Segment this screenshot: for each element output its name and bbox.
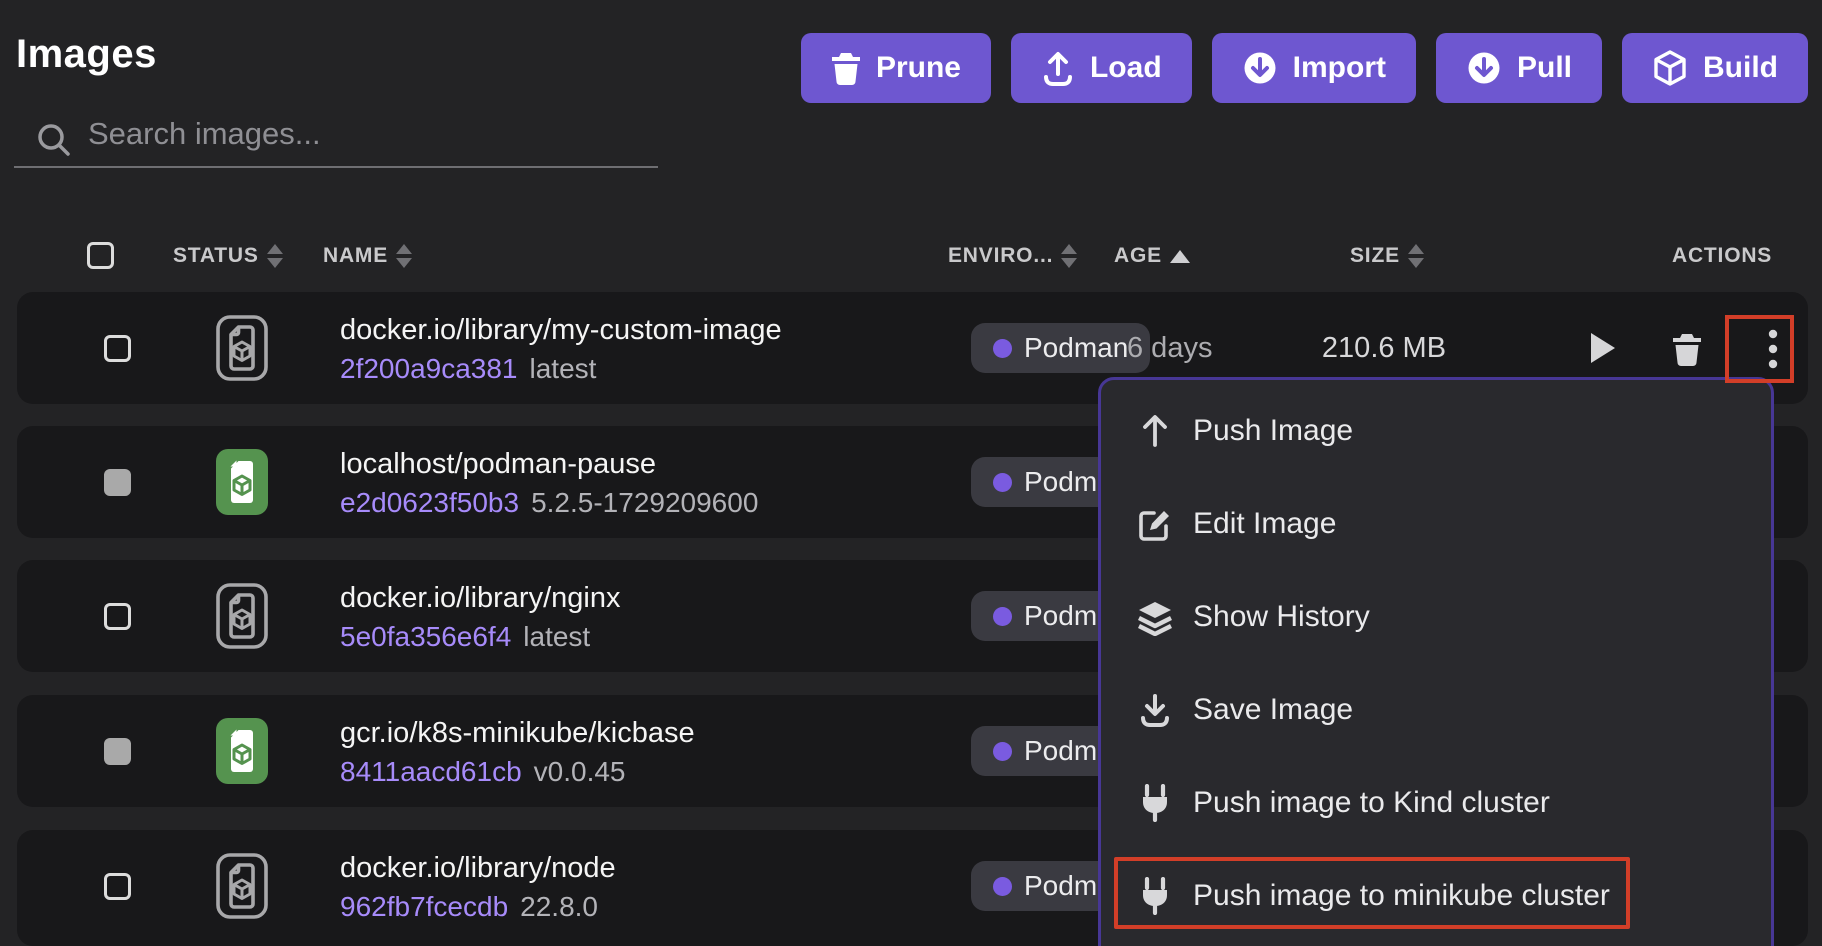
engine-dot-icon <box>993 473 1012 492</box>
sort-icon <box>1061 244 1077 268</box>
arrow-up-icon <box>1135 413 1175 449</box>
import-button[interactable]: Import <box>1212 33 1416 103</box>
edit-icon <box>1135 506 1175 542</box>
column-header-environment[interactable]: ENVIRO... <box>948 234 1077 278</box>
image-tag: 5.2.5-1729209600 <box>531 487 758 518</box>
menu-item-push-to-kind[interactable]: Push image to Kind cluster <box>1101 756 1771 849</box>
engine-dot-icon <box>993 607 1012 626</box>
engine-dot-icon <box>993 742 1012 761</box>
image-actions-context-menu: Push Image Edit Image Show History Save … <box>1098 377 1774 946</box>
build-button[interactable]: Build <box>1622 33 1808 103</box>
image-id: 2f200a9ca381 <box>340 353 518 384</box>
column-header-size[interactable]: SIZE <box>1350 234 1424 278</box>
row-checkbox-disabled <box>104 469 131 496</box>
image-age: 6 days <box>1127 332 1212 365</box>
search-icon <box>36 122 72 158</box>
menu-item-push-to-minikube[interactable]: Push image to minikube cluster <box>1101 849 1771 942</box>
kebab-menu-button[interactable] <box>1767 328 1779 375</box>
column-header-status[interactable]: STATUS <box>173 234 283 278</box>
image-icon <box>216 583 268 654</box>
sort-ascending-icon <box>1170 250 1190 263</box>
pull-button[interactable]: Pull <box>1436 33 1602 103</box>
menu-item-show-history[interactable]: Show History <box>1101 570 1771 663</box>
prune-button[interactable]: Prune <box>801 33 991 103</box>
image-icon <box>216 315 268 386</box>
row-checkbox[interactable] <box>104 603 131 630</box>
image-id: e2d0623f50b3 <box>340 487 519 518</box>
toolbar: Prune Load Import Pull Build <box>801 33 1808 103</box>
run-image-button[interactable] <box>1590 332 1616 369</box>
image-name-cell[interactable]: localhost/podman-pause e2d0623f50b3 5.2.5… <box>340 444 758 522</box>
engine-badge: Podman <box>971 323 1150 373</box>
image-name[interactable]: docker.io/library/my-custom-image <box>340 310 782 350</box>
row-checkbox-disabled <box>104 738 131 765</box>
trash-icon <box>831 51 861 85</box>
circle-arrow-down-icon <box>1466 50 1502 86</box>
delete-image-button[interactable] <box>1672 332 1702 371</box>
column-header-name[interactable]: NAME <box>323 234 412 278</box>
image-id: 8411aacd61cb <box>340 756 522 787</box>
sort-icon <box>267 244 283 268</box>
image-id: 962fb7fcecdb <box>340 891 508 922</box>
engine-dot-icon <box>993 877 1012 896</box>
engine-dot-icon <box>993 339 1012 358</box>
menu-item-edit-image[interactable]: Edit Image <box>1101 477 1771 570</box>
sort-icon <box>1408 244 1424 268</box>
image-in-use-icon <box>216 718 268 789</box>
column-header-age[interactable]: AGE <box>1114 234 1190 278</box>
load-button[interactable]: Load <box>1011 33 1192 103</box>
image-icon <box>216 853 268 924</box>
image-tag: latest <box>530 353 597 384</box>
image-name[interactable]: docker.io/library/node <box>340 848 616 888</box>
image-name-cell[interactable]: docker.io/library/node 962fb7fcecdb 22.8.… <box>340 848 616 926</box>
image-name-cell[interactable]: gcr.io/k8s-minikube/kicbase 8411aacd61cb… <box>340 713 695 791</box>
image-tag: latest <box>523 621 590 652</box>
image-tag: 22.8.0 <box>520 891 598 922</box>
row-checkbox[interactable] <box>104 873 131 900</box>
image-name[interactable]: gcr.io/k8s-minikube/kicbase <box>340 713 695 753</box>
table-header: STATUS NAME ENVIRO... AGE SIZE ACTIONS <box>0 234 1822 278</box>
column-header-actions: ACTIONS <box>1672 234 1772 278</box>
image-in-use-icon <box>216 449 268 520</box>
menu-item-save-image[interactable]: Save Image <box>1101 663 1771 756</box>
plug-icon <box>1135 784 1175 822</box>
layers-icon <box>1135 598 1175 636</box>
image-name[interactable]: docker.io/library/nginx <box>340 578 620 618</box>
image-tag: v0.0.45 <box>534 756 626 787</box>
upload-icon <box>1041 50 1075 86</box>
row-checkbox[interactable] <box>104 335 131 362</box>
sort-icon <box>396 244 412 268</box>
image-id: 5e0fa356e6f4 <box>340 621 511 652</box>
image-name-cell[interactable]: docker.io/library/nginx 5e0fa356e6f4 late… <box>340 578 620 656</box>
download-icon <box>1135 692 1175 728</box>
menu-item-push-image[interactable]: Push Image <box>1101 384 1771 477</box>
circle-arrow-down-icon <box>1242 50 1278 86</box>
plug-icon <box>1135 877 1175 915</box>
page-title: Images <box>16 32 157 77</box>
image-name[interactable]: localhost/podman-pause <box>340 444 758 484</box>
select-all-checkbox[interactable] <box>87 242 114 269</box>
cube-icon <box>1652 49 1688 87</box>
image-name-cell[interactable]: docker.io/library/my-custom-image 2f200a… <box>340 310 782 388</box>
image-size: 210.6 MB <box>1322 332 1446 365</box>
search-bar <box>14 108 658 184</box>
search-input[interactable] <box>14 108 658 168</box>
